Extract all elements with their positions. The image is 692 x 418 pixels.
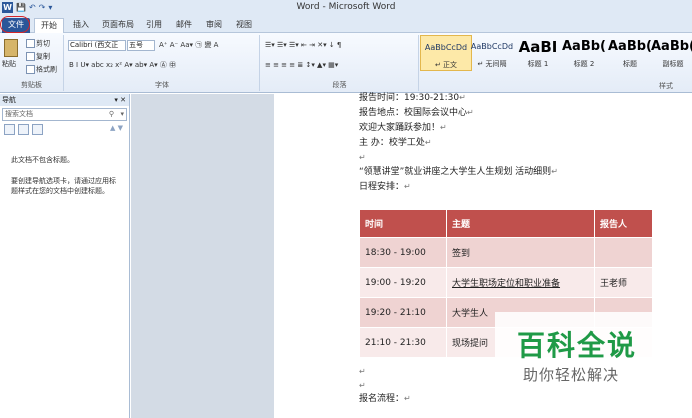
nav-pane-title: 导航	[2, 96, 16, 104]
copy-button[interactable]: 复制	[26, 52, 50, 62]
table-cell[interactable]: 19:00 - 19:20	[359, 267, 447, 298]
table-row: 18:30 - 19:00 签到	[359, 237, 653, 268]
nav-search-input[interactable]: 搜索文档 ⚲ ▾	[2, 108, 127, 121]
tab-review[interactable]: 审阅	[202, 18, 226, 33]
doc-empty-line: ↵	[359, 381, 366, 390]
format-painter-button[interactable]: 格式刷	[26, 65, 57, 75]
style-normal[interactable]: AaBbCcDd ↵ 正文	[420, 35, 472, 71]
clipboard-label: 剪贴板	[21, 81, 42, 89]
style-heading-2[interactable]: AaBb( 标题 2	[558, 35, 610, 71]
clipboard-group: 粘贴 剪切 复制 格式刷 剪贴板	[0, 35, 64, 91]
table-cell[interactable]: 王老师	[594, 267, 653, 298]
tab-mailings[interactable]: 邮件	[172, 18, 196, 33]
tab-page-layout[interactable]: 页面布局	[98, 18, 138, 33]
headings-view-icon[interactable]	[4, 124, 15, 135]
nav-search-placeholder: 搜索文档	[5, 110, 33, 118]
table-cell[interactable]: 19:20 - 21:10	[359, 297, 447, 328]
paste-icon[interactable]	[4, 39, 18, 57]
doc-line-welcome: 欢迎大家踊跃参加！↵	[359, 123, 447, 133]
tab-insert[interactable]: 插入	[70, 18, 92, 33]
table-header-row: 时间 主题 报告人	[359, 209, 653, 238]
scissors-icon	[26, 39, 35, 48]
paragraph-tools-row1[interactable]: ☰▾ ☰▾ ☰▾ ⇤ ⇥ ✕▾ ↓ ¶	[265, 41, 341, 50]
chevron-down-icon[interactable]: ▾	[120, 109, 124, 120]
paragraph-label: 段落	[332, 81, 347, 89]
table-cell[interactable]	[594, 237, 653, 268]
font-group: Calibri (西文正 五号 A⁺ A⁻ Aa▾ ㉠ 變 A B I U▾ a…	[65, 35, 260, 91]
table-header-cell: 报告人	[594, 209, 653, 238]
nav-arrows-icon[interactable]: ▲ ▼	[110, 124, 123, 132]
watermark-subtitle: 助你轻松解决	[523, 366, 620, 384]
navigation-pane: 导航 ▾ ✕ 搜索文档 ⚲ ▾ ▲ ▼ 此文档不包含标题。 要创建导航选项卡，请…	[0, 94, 130, 418]
style-subtitle[interactable]: AaBb( 副标题	[650, 35, 692, 71]
doc-empty-line: ↵	[359, 367, 366, 376]
highlight-circle	[0, 16, 30, 33]
styles-label: 样式	[659, 82, 673, 90]
window-title: Word - Microsoft Word	[296, 2, 396, 12]
doc-line-place: 报告地点：校国际会议中心↵	[359, 108, 474, 118]
table-header-cell: 时间	[359, 209, 447, 238]
cut-button[interactable]: 剪切	[26, 39, 50, 49]
nav-view-tabs: ▲ ▼	[2, 123, 127, 137]
nav-help-message: 要创建导航选项卡，请通过应用标题样式在您的文档中创建标题。	[11, 177, 116, 195]
ribbon: 粘贴 剪切 复制 格式刷 剪贴板 Calibri (西文正 五号 A⁺ A⁻ A…	[0, 33, 692, 93]
font-tools-row1[interactable]: A⁺ A⁻ Aa▾ ㉠ 變 A	[159, 41, 218, 50]
font-size-select[interactable]: 五号	[127, 40, 155, 51]
style-heading-1[interactable]: AaBI 标题 1	[512, 35, 564, 71]
paragraph-tools-row2[interactable]: ≡ ≡ ≡ ≡ ≣ ↕▾ ▲▾ ▦▾	[265, 61, 338, 70]
doc-line-event: “领慧讲堂”就业讲座之大学生人生规划 活动细则↵	[359, 167, 558, 177]
font-family-select[interactable]: Calibri (西文正	[68, 40, 126, 51]
watermark: 百科全说 助你轻松解决	[495, 312, 667, 390]
font-label: 字体	[155, 81, 169, 89]
style-title[interactable]: AaBb( 标题	[604, 35, 656, 71]
style-no-spacing[interactable]: AaBbCcDd ↵ 无间隔	[466, 35, 518, 71]
table-cell[interactable]: 大学生职场定位和职业准备	[446, 267, 595, 298]
ribbon-tabs: 文件 开始 插入 页面布局 引用 邮件 审阅 视图	[0, 16, 692, 33]
table-header-cell: 主题	[446, 209, 595, 238]
doc-empty-line: ↵	[359, 153, 366, 162]
paste-button[interactable]: 粘贴	[2, 60, 16, 69]
tab-home[interactable]: 开始	[34, 18, 64, 33]
table-row: 19:00 - 19:20 大学生职场定位和职业准备 王老师	[359, 267, 653, 298]
doc-line-signup: 报名流程：↵	[359, 394, 411, 404]
table-cell[interactable]: 21:10 - 21:30	[359, 327, 447, 358]
copy-icon	[26, 52, 35, 61]
doc-line-host: 主 办：校学工处↵	[359, 138, 432, 148]
watermark-title: 百科全说	[517, 329, 638, 362]
doc-line-time: 报告时间：19:30-21:30↵	[359, 93, 466, 103]
nav-pane-controls[interactable]: ▾ ✕	[114, 94, 126, 106]
table-cell[interactable]: 18:30 - 19:00	[359, 237, 447, 268]
paragraph-group: ☰▾ ☰▾ ☰▾ ⇤ ⇥ ✕▾ ↓ ¶ ≡ ≡ ≡ ≡ ≣ ↕▾ ▲▾ ▦▾ 段…	[261, 35, 419, 91]
nav-empty-message: 此文档不包含标题。	[11, 156, 74, 164]
search-icon[interactable]: ⚲	[109, 109, 114, 120]
results-view-icon[interactable]	[32, 124, 43, 135]
pages-view-icon[interactable]	[18, 124, 29, 135]
doc-line-schedule: 日程安排：↵	[359, 182, 411, 192]
title-bar: W 💾 ↶ ↷ ▾ Word - Microsoft Word	[0, 0, 692, 16]
nav-pane-header: 导航 ▾ ✕	[0, 94, 129, 106]
tab-references[interactable]: 引用	[142, 18, 166, 33]
brush-icon	[26, 65, 35, 74]
styles-gallery: AaBbCcDd ↵ 正文 AaBbCcDd ↵ 无间隔 AaBI 标题 1 A…	[420, 35, 692, 79]
table-cell[interactable]: 签到	[446, 237, 595, 268]
tab-view[interactable]: 视图	[232, 18, 256, 33]
font-tools-row2[interactable]: B I U▾ abc x₂ x² A▾ ab▾ A▾ Ⓐ ㊥	[69, 61, 176, 70]
